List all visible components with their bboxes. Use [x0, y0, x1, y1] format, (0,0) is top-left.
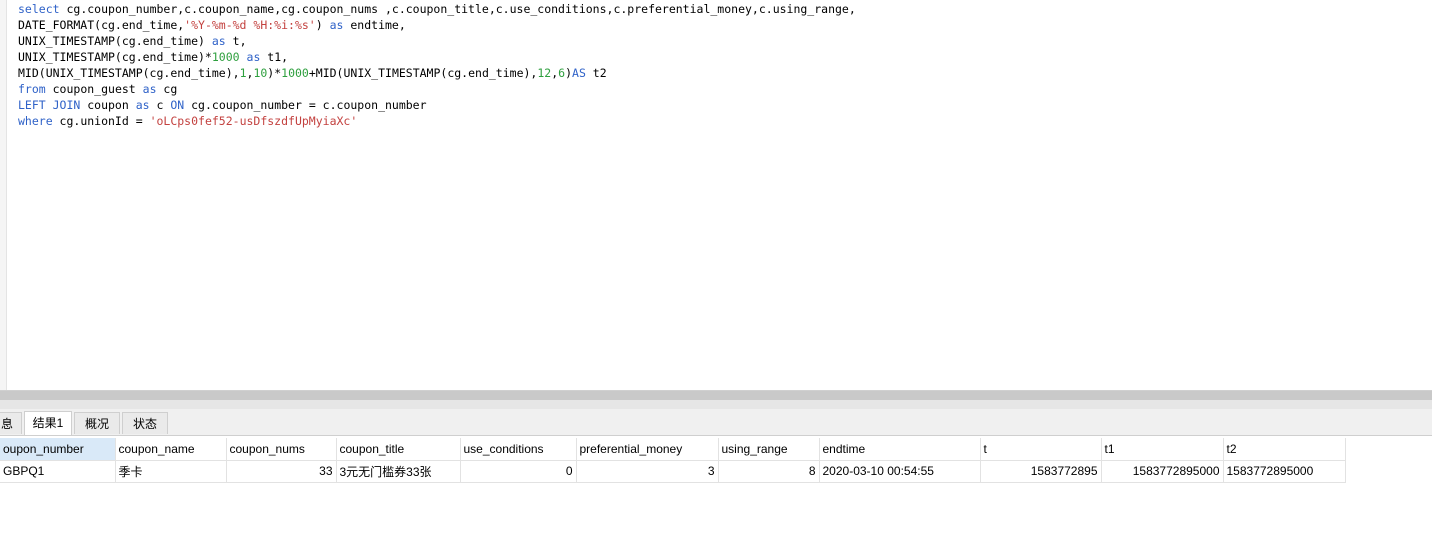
- grid-cell[interactable]: 1583772895000: [1101, 460, 1224, 483]
- column-header[interactable]: oupon_number: [0, 438, 116, 461]
- code-number: 6: [558, 66, 566, 80]
- grid-cell[interactable]: 季卡: [115, 460, 227, 483]
- grid-cell[interactable]: 0: [460, 460, 577, 483]
- line-number-gutter: [0, 0, 7, 390]
- code-text: UNIX_TIMESTAMP(cg.end_time): [18, 34, 212, 48]
- code-string: 'oLCps0fef52-usDfszdfUpMyiaXc': [149, 114, 358, 128]
- code-number: 1: [239, 66, 247, 80]
- code-line-2: DATE_FORMAT(cg.end_time,'%Y-%m-%d %H:%i:…: [18, 17, 856, 33]
- grid-cell[interactable]: 2020-03-10 00:54:55: [819, 460, 981, 483]
- grid-cell[interactable]: 1583772895: [980, 460, 1102, 483]
- code-text: cg.unionId =: [52, 114, 150, 128]
- token: as: [329, 18, 344, 32]
- code-line-6: from coupon_guest as cg: [18, 81, 856, 97]
- code-text: t,: [225, 34, 247, 48]
- code-string: '%Y-%m-%d %H:%i:%s': [184, 18, 316, 32]
- grid-cell[interactable]: 33: [226, 460, 337, 483]
- column-header[interactable]: t1: [1101, 438, 1224, 461]
- tab-messages[interactable]: 息: [0, 412, 22, 434]
- grid-cell[interactable]: 1583772895000: [1223, 460, 1346, 483]
- grid-cell[interactable]: GBPQ1: [0, 460, 116, 483]
- code-text: t1,: [260, 50, 289, 64]
- code-text: cg.coupon_number = c.coupon_number: [184, 98, 427, 112]
- code-text: coupon: [80, 98, 136, 112]
- code-text: cg: [156, 82, 178, 96]
- token: ON: [170, 98, 185, 112]
- code-text: c: [149, 98, 171, 112]
- code-text: +MID(UNIX_TIMESTAMP(cg.end_time),: [308, 66, 538, 80]
- token: as: [142, 82, 157, 96]
- code-text: ): [315, 18, 330, 32]
- code-number: 10: [253, 66, 268, 80]
- grid-cell[interactable]: 3: [576, 460, 719, 483]
- code-number: 12: [537, 66, 552, 80]
- result-tabs: 息 结果1 概况 状态: [0, 409, 1432, 436]
- column-header[interactable]: endtime: [819, 438, 981, 461]
- column-header[interactable]: coupon_nums: [226, 438, 337, 461]
- result-grid[interactable]: oupon_number coupon_name coupon_nums cou…: [0, 438, 1346, 483]
- code-number: 1000: [211, 50, 240, 64]
- code-text: t2: [585, 66, 607, 80]
- code-line-5: MID(UNIX_TIMESTAMP(cg.end_time),1,10)*10…: [18, 66, 607, 80]
- tab-profile[interactable]: 概况: [74, 412, 120, 434]
- token: where: [18, 114, 53, 128]
- code-line-1: select cg.coupon_number,c.coupon_name,cg…: [18, 1, 856, 17]
- code-text: DATE_FORMAT(cg.end_time,: [18, 18, 185, 32]
- column-header[interactable]: preferential_money: [576, 438, 719, 461]
- code-line-3: UNIX_TIMESTAMP(cg.end_time) as t,: [18, 33, 856, 49]
- token: select: [18, 2, 60, 16]
- column-header[interactable]: coupon_title: [336, 438, 461, 461]
- code-text: cg.coupon_number,c.coupon_name,cg.coupon…: [66, 2, 856, 16]
- token: AS: [572, 66, 586, 80]
- column-header[interactable]: t2: [1223, 438, 1346, 461]
- code-text: coupon_guest: [45, 82, 143, 96]
- code-line-7: LEFT JOIN coupon as c ON cg.coupon_numbe…: [18, 97, 856, 113]
- grid-header-row: oupon_number coupon_name coupon_nums cou…: [0, 438, 1346, 461]
- column-header[interactable]: t: [980, 438, 1102, 461]
- token: as: [246, 50, 261, 64]
- code-line-4: UNIX_TIMESTAMP(cg.end_time)*1000 as t1,: [18, 49, 856, 65]
- token: from: [18, 82, 46, 96]
- panel-splitter[interactable]: [0, 390, 1432, 410]
- grid-cell[interactable]: 3元无门槛券33张: [336, 460, 461, 483]
- code-text: MID(UNIX_TIMESTAMP(cg.end_time),: [18, 66, 240, 80]
- code-number: 1000: [281, 66, 309, 80]
- tab-status[interactable]: 状态: [122, 412, 168, 434]
- splitter-bar[interactable]: [0, 391, 1432, 400]
- token: LEFT JOIN: [18, 98, 81, 112]
- grid-cell[interactable]: 8: [718, 460, 820, 483]
- column-header[interactable]: using_range: [718, 438, 820, 461]
- sql-code[interactable]: select cg.coupon_number,c.coupon_name,cg…: [18, 1, 856, 129]
- column-header[interactable]: coupon_name: [115, 438, 227, 461]
- token: as: [135, 98, 150, 112]
- code-line-8: where cg.unionId = 'oLCps0fef52-usDfszdf…: [18, 113, 856, 129]
- table-row[interactable]: GBPQ1 季卡 33 3元无门槛券33张 0 3 8 2020-03-10 0…: [0, 460, 1346, 483]
- column-header[interactable]: use_conditions: [460, 438, 577, 461]
- sql-editor[interactable]: select cg.coupon_number,c.coupon_name,cg…: [0, 0, 1432, 390]
- tab-result-1[interactable]: 结果1: [24, 411, 72, 435]
- code-text: UNIX_TIMESTAMP(cg.end_time)*: [18, 50, 212, 64]
- token: as: [211, 34, 226, 48]
- code-text: endtime,: [343, 18, 406, 32]
